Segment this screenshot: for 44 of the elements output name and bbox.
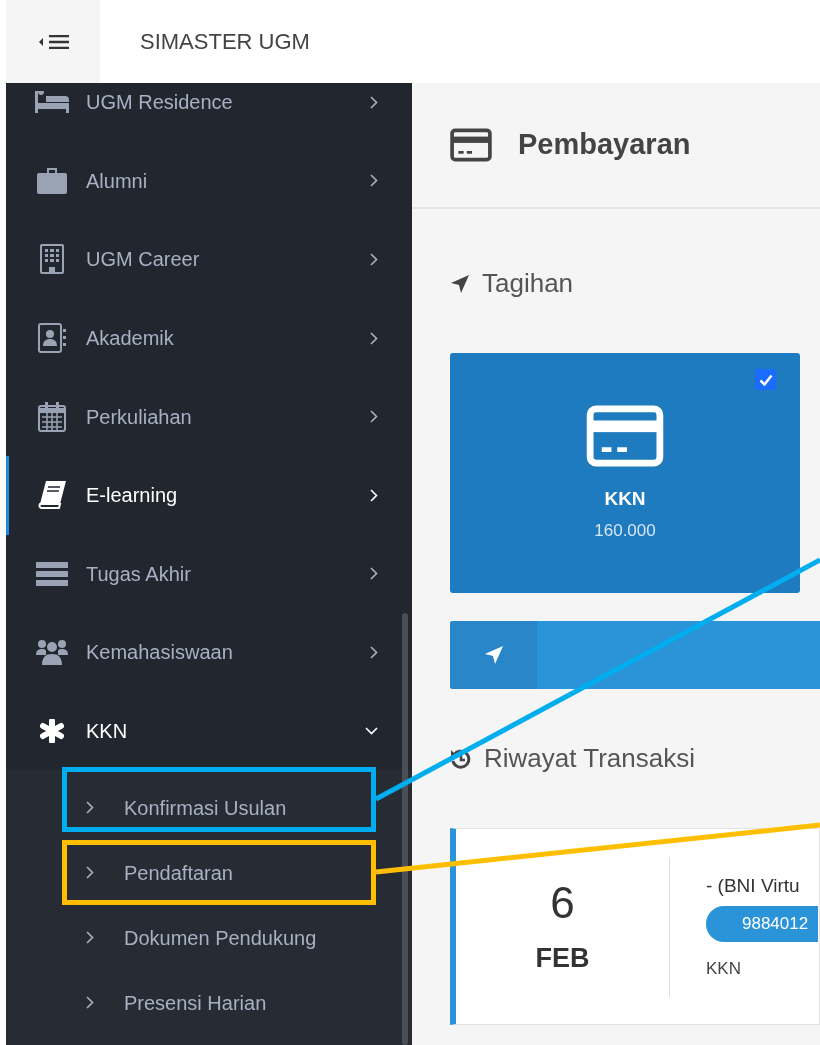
sidebar-item[interactable]: KKN xyxy=(6,691,412,771)
bill-amount: 160.000 xyxy=(594,519,656,542)
credit-card-icon xyxy=(450,128,492,162)
book-icon xyxy=(35,481,69,510)
chevron-right-icon xyxy=(86,801,94,815)
contact-card-icon xyxy=(35,323,69,354)
history-icon xyxy=(450,747,472,770)
bill-name: KKN xyxy=(604,487,646,511)
menu-toggle-button[interactable] xyxy=(6,0,100,83)
users-icon xyxy=(35,639,69,666)
sidebar-item[interactable]: UGM Career xyxy=(6,220,412,299)
app-title: SIMASTER UGM xyxy=(139,28,310,56)
section-heading: Riwayat Transaksi xyxy=(484,742,695,775)
chevron-right-icon xyxy=(86,931,94,945)
submenu-item[interactable]: Konfirmasi Usulan xyxy=(86,792,287,823)
page-title: Pembayaran xyxy=(518,127,691,163)
briefcase-icon xyxy=(35,167,69,194)
bed-icon xyxy=(35,91,69,114)
submenu-item[interactable]: Presensi Harian xyxy=(86,987,267,1018)
sidebar-item[interactable]: Alumni xyxy=(6,141,412,221)
location-arrow-icon xyxy=(450,273,470,294)
chevron-right-icon xyxy=(86,866,94,880)
sidebar-item[interactable]: Tugas Akhir xyxy=(6,534,412,614)
chevron-right-icon xyxy=(86,996,94,1010)
credit-card-icon xyxy=(586,405,664,467)
location-arrow-icon xyxy=(483,645,504,665)
sidebar-item[interactable]: E-learning xyxy=(6,455,412,535)
payment-method: - (BNI Virtu xyxy=(706,873,800,898)
scrollbar[interactable] xyxy=(402,613,408,1045)
submenu-item[interactable]: Dokumen Pendukung xyxy=(86,922,317,953)
submenu-item[interactable]: Pendaftaran xyxy=(86,857,233,888)
date-day: 6 xyxy=(550,881,575,925)
sidebar-item[interactable]: Akademik xyxy=(6,298,412,378)
sidebar-item[interactable]: UGM Residence xyxy=(6,83,412,142)
server-icon xyxy=(35,561,69,586)
calendar-icon xyxy=(35,401,69,432)
transaction-code-badge: 9884012 xyxy=(706,906,819,942)
bill-card[interactable]: KKN 160.000 xyxy=(450,353,800,593)
section-heading: Tagihan xyxy=(482,267,574,300)
transaction-category: KKN xyxy=(706,957,741,980)
date-month: FEB xyxy=(535,945,590,972)
checkbox[interactable] xyxy=(755,369,776,390)
sidebar-item[interactable]: Kemahasiswaan xyxy=(6,613,412,692)
sidebar-item[interactable]: Perkuliahan xyxy=(6,377,412,456)
